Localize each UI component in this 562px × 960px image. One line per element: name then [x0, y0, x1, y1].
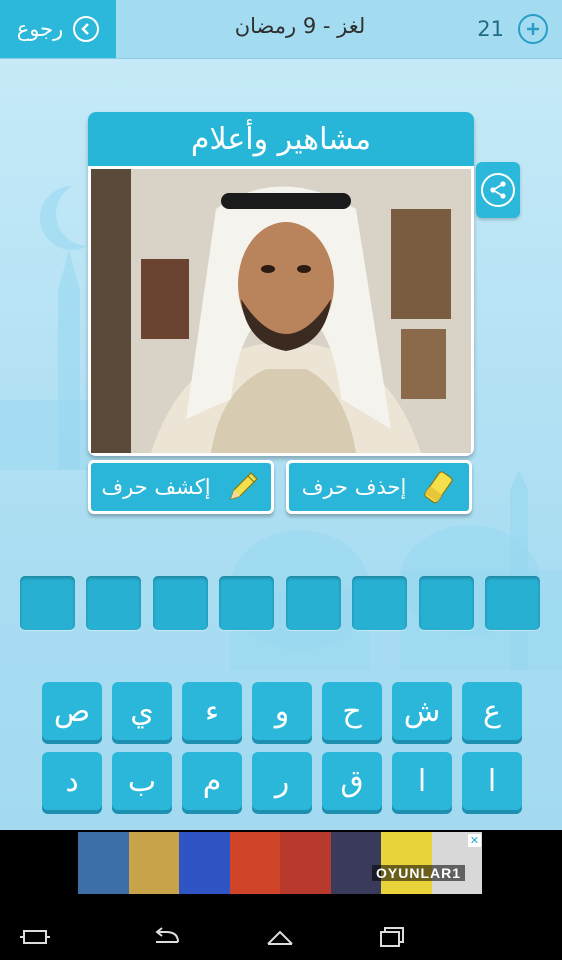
reveal-letter-label: إكشف حرف	[101, 475, 211, 499]
top-bar: رجوع لغز - 9 رمضان 21	[0, 0, 562, 59]
level-title: لغز - 9 رمضان	[234, 14, 366, 38]
letter-key[interactable]: ا	[392, 752, 452, 810]
answer-slot[interactable]	[352, 576, 408, 630]
letter-key[interactable]: ب	[112, 752, 172, 810]
nav-recents-icon[interactable]	[378, 926, 408, 952]
letter-key[interactable]: و	[252, 682, 312, 740]
letter-key[interactable]: ح	[322, 682, 382, 740]
answer-slot[interactable]	[219, 576, 275, 630]
letter-key[interactable]: ا	[462, 752, 522, 810]
letter-key[interactable]: ق	[322, 752, 382, 810]
letter-key[interactable]: ع	[462, 682, 522, 740]
answer-slot[interactable]	[418, 576, 474, 630]
letter-key[interactable]: د	[42, 752, 102, 810]
answer-slot[interactable]	[152, 576, 208, 630]
answer-slot[interactable]	[86, 576, 142, 630]
puzzle-photo	[91, 169, 471, 453]
nav-home-icon[interactable]	[265, 926, 295, 952]
answer-slot[interactable]	[285, 576, 341, 630]
remove-letter-button[interactable]: إحذف حرف	[286, 460, 472, 514]
back-chevron-icon	[73, 16, 100, 42]
answer-slot[interactable]	[20, 576, 75, 630]
back-label: رجوع	[16, 17, 64, 41]
ad-image	[78, 832, 482, 894]
letter-key[interactable]: ش	[392, 682, 452, 740]
pencil-icon	[229, 472, 258, 500]
screenshot-icon[interactable]	[20, 926, 50, 952]
letter-key[interactable]: ي	[112, 682, 172, 740]
share-icon	[481, 173, 515, 207]
answer-slots	[20, 576, 540, 630]
letter-key[interactable]: م	[182, 752, 242, 810]
puzzle-card: مشاهير وأعلام	[88, 112, 474, 456]
share-button[interactable]	[476, 162, 520, 218]
reveal-letter-button[interactable]: إكشف حرف	[88, 460, 274, 514]
back-button[interactable]: رجوع	[0, 0, 116, 58]
coins-value: 21	[477, 17, 504, 41]
coins-counter: 21	[477, 14, 548, 44]
ad-banner[interactable]: OYUNLAR1 ✕	[0, 830, 562, 914]
letter-key[interactable]: ء	[182, 682, 242, 740]
letter-key[interactable]: ر	[252, 752, 312, 810]
category-title: مشاهير وأعلام	[88, 112, 474, 169]
nav-back-icon[interactable]	[152, 926, 182, 952]
letter-key[interactable]: ص	[42, 682, 102, 740]
answer-slot[interactable]	[484, 576, 540, 630]
ad-close-icon[interactable]: ✕	[468, 834, 481, 847]
system-nav-bar	[0, 914, 562, 960]
remove-letter-label: إحذف حرف	[301, 475, 407, 499]
ad-brand: OYUNLAR1	[372, 865, 466, 881]
letter-keyboard: ع ش ح و ء ي ص ا ا ق ر م ب د	[40, 682, 522, 810]
eraser-icon	[424, 471, 453, 504]
plus-circle-icon[interactable]	[518, 14, 548, 44]
